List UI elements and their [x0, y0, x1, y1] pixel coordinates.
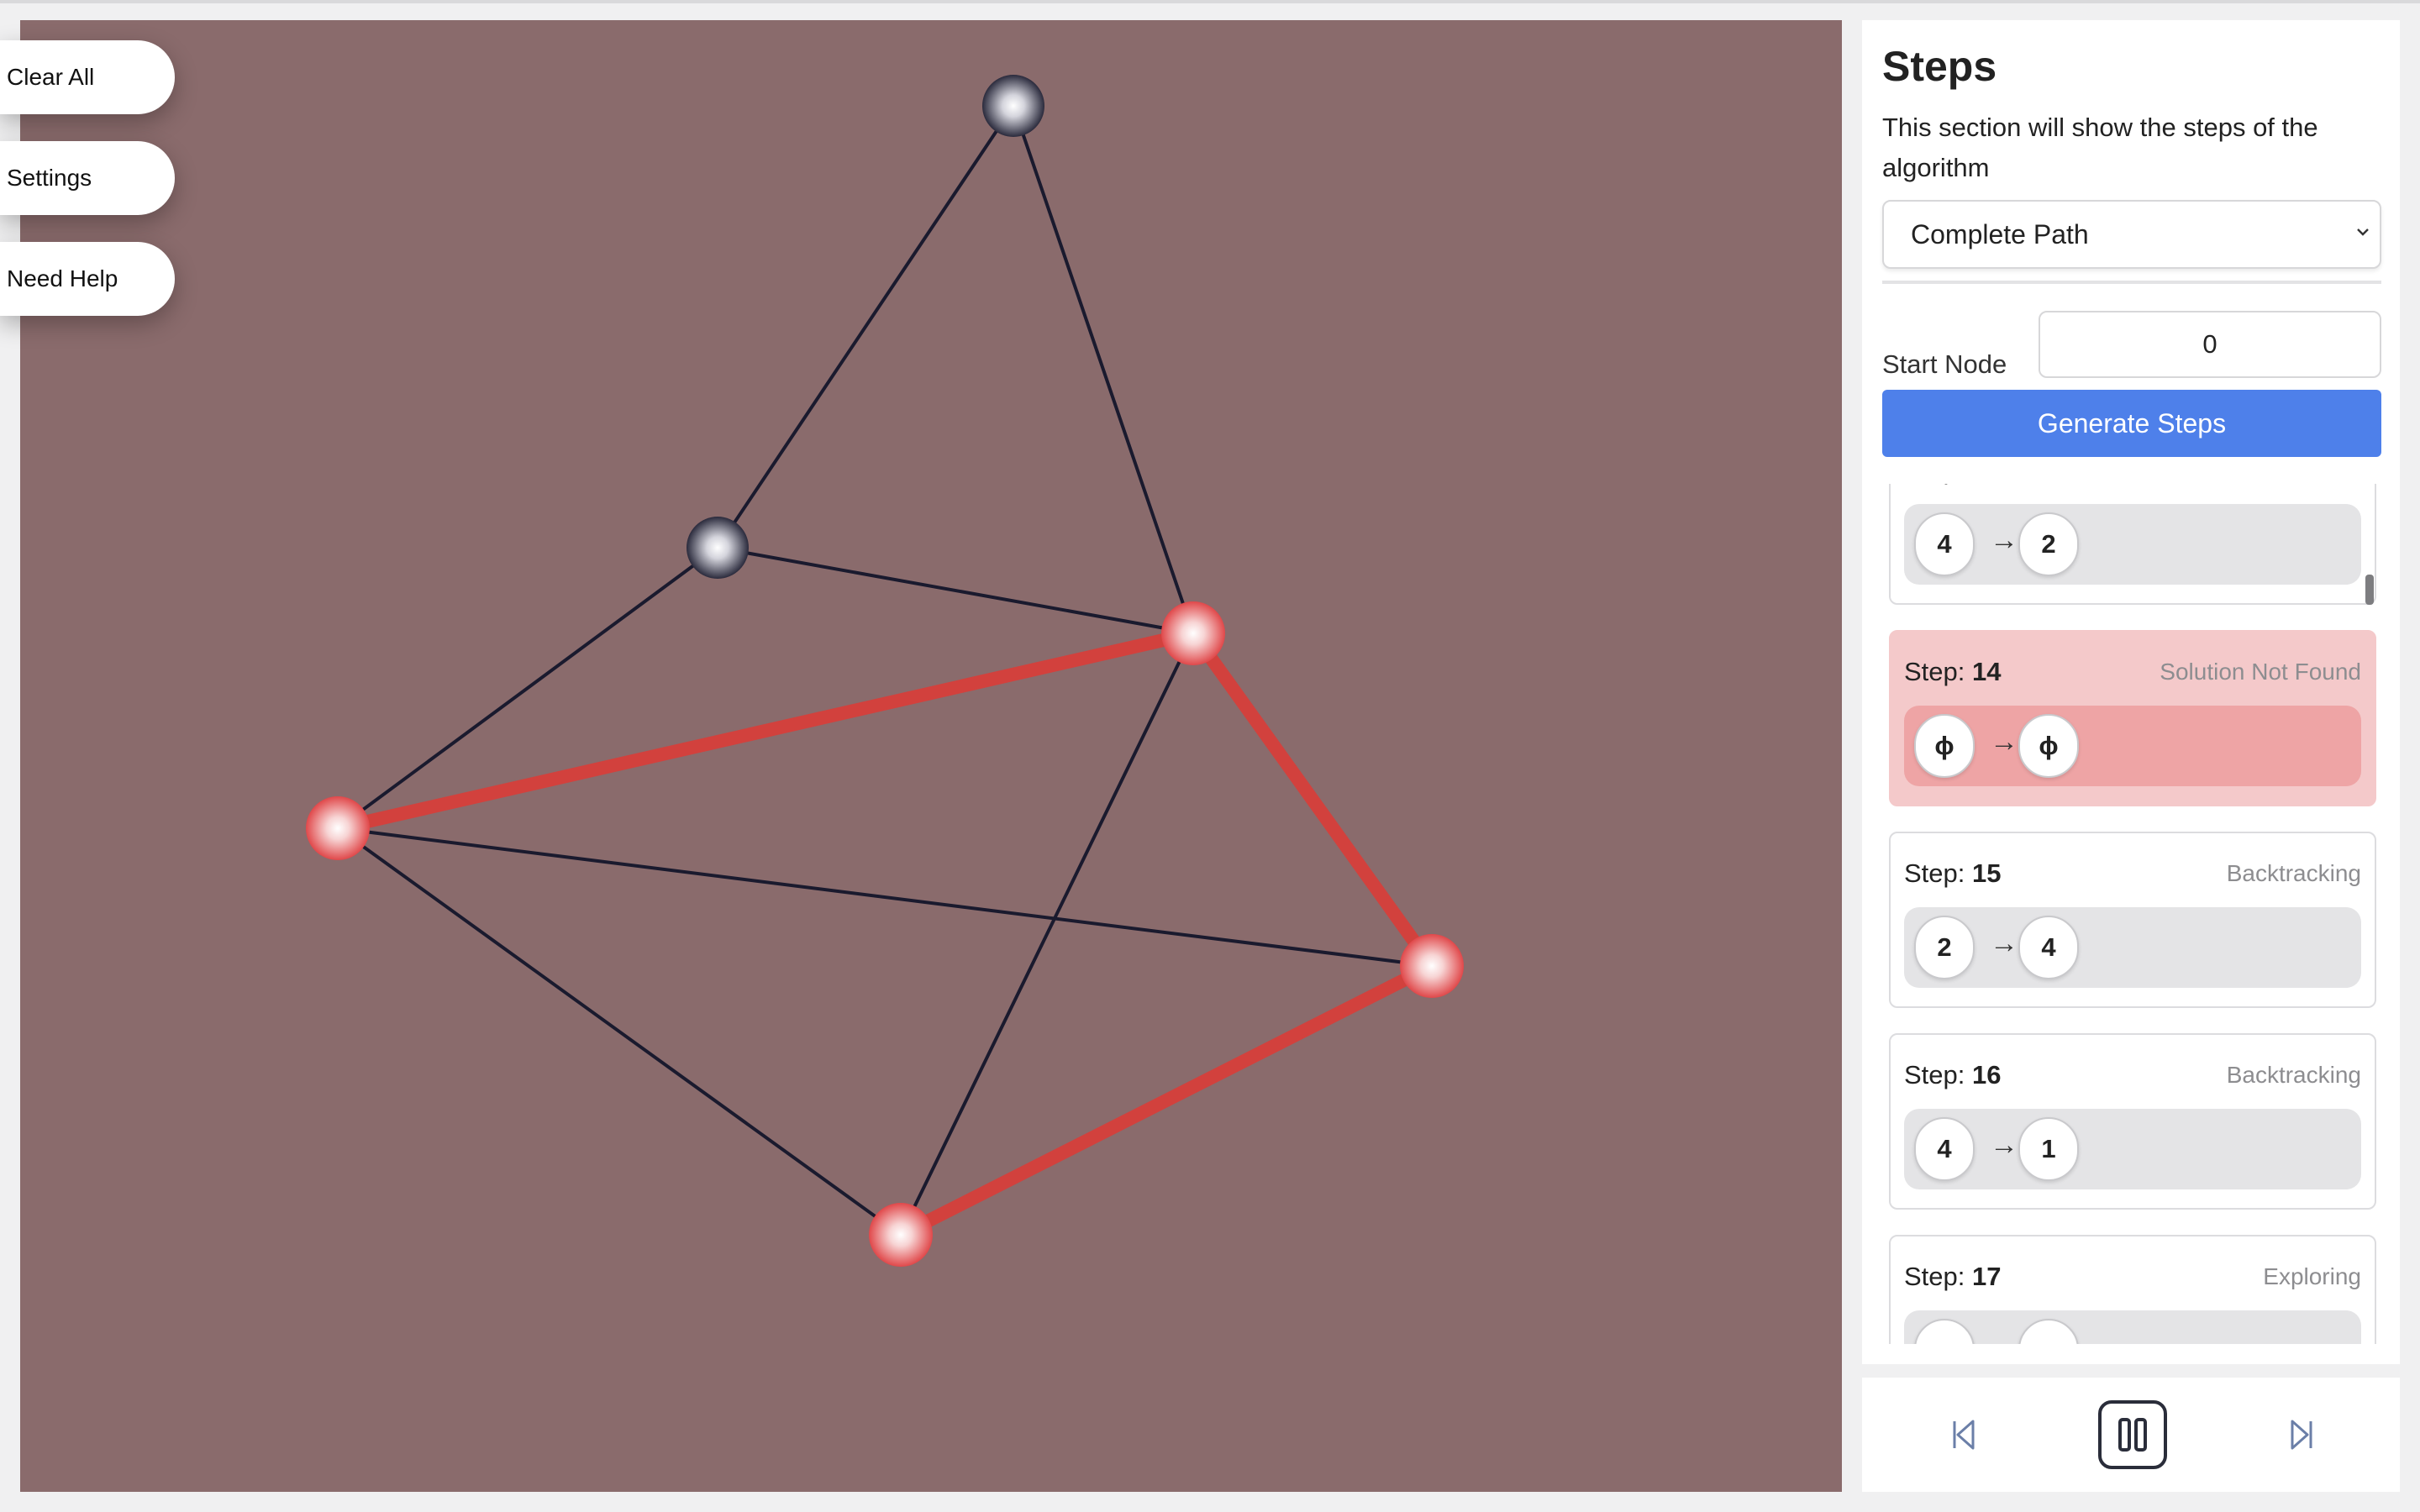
step-number: 13 [1972, 484, 2001, 485]
step-transition: 2 → 4 [1904, 907, 2361, 988]
step-transition [1904, 1310, 2361, 1344]
graph-node-center-right[interactable] [1161, 601, 1225, 665]
sidebar-title: Steps [1882, 43, 1997, 90]
step-label: Step: [1904, 1060, 1972, 1089]
need-help-button[interactable]: Need Help [0, 242, 175, 316]
steps-sidebar: Steps This section will show the steps o… [1862, 20, 2400, 1364]
graph-node-right[interactable] [1400, 934, 1464, 998]
to-node-chip: 2 [2018, 512, 2079, 576]
graph-node-mid-left[interactable] [687, 517, 749, 579]
step-status: Exploring [2263, 1263, 2361, 1289]
step-card[interactable]: Step: 17 Exploring [1889, 1235, 2376, 1344]
edges-layer [331, 104, 1439, 1242]
algorithm-select[interactable]: Complete Path [1882, 200, 2381, 269]
start-node-label: Start Node [1882, 349, 2007, 379]
to-node-chip: 1 [2018, 1117, 2079, 1181]
arrow-right-icon: → [1990, 1129, 2018, 1161]
graph-edge[interactable] [716, 546, 1195, 635]
from-node-chip: ϕ [1914, 714, 1975, 778]
pause-icon[interactable] [2097, 1399, 2168, 1470]
nodes-layer [306, 75, 1464, 1267]
to-node-chip [2018, 1319, 2079, 1344]
graph-node-top[interactable] [982, 75, 1044, 137]
step-transition: 4 → 2 [1904, 504, 2361, 585]
step-card[interactable]: Step: 14 Solution Not Found ϕ → ϕ [1889, 630, 2376, 806]
arrow-right-icon: → [1990, 927, 2018, 959]
step-number: 15 [1972, 858, 2002, 888]
graph-edge[interactable] [1012, 104, 1195, 635]
step-status: Backtracking [2226, 1062, 2361, 1088]
arrow-right-icon: → [1990, 524, 2018, 556]
algorithm-select-value: Complete Path [1911, 218, 2089, 249]
step-title: Step: 15 [1904, 858, 2001, 889]
graph-edge[interactable] [899, 632, 1195, 1236]
graph-canvas[interactable] [20, 20, 1842, 1492]
step-transition: 4 → 1 [1904, 1109, 2361, 1189]
path-edge[interactable] [894, 959, 1439, 1242]
chevron-down-icon [2357, 228, 2369, 236]
step-card[interactable]: Step: 13Exploring4→2 [1889, 484, 2376, 605]
step-number: 16 [1972, 1060, 2002, 1089]
playback-controls [1862, 1378, 2400, 1492]
step-number: 14 [1972, 657, 2002, 686]
step-title: Step: 17 [1904, 1262, 2001, 1292]
top-border [0, 0, 2420, 3]
steps-list[interactable]: Step: 13Exploring4→2Step: 14Solution Not… [1882, 484, 2381, 1344]
clear-all-button[interactable]: Clear All [0, 40, 175, 114]
from-node-chip: 2 [1914, 916, 1975, 979]
steps-scrollbar[interactable] [2365, 575, 2374, 605]
generate-steps-button[interactable]: Generate Steps [1882, 390, 2381, 457]
from-node-chip: 4 [1914, 512, 1975, 576]
path-edge[interactable] [331, 627, 1200, 835]
to-node-chip: 4 [2018, 916, 2079, 979]
step-label: Step: [1904, 858, 1972, 888]
from-node-chip [1914, 1319, 1975, 1344]
sidebar-description: This section will show the steps of the … [1882, 113, 2318, 182]
step-title: Step: 13 [1904, 484, 2001, 486]
settings-button[interactable]: Settings [0, 141, 175, 215]
step-label: Step: [1904, 657, 1972, 686]
step-label: Step: [1904, 1262, 1972, 1291]
start-node-input[interactable] [2039, 311, 2381, 378]
graph-edge[interactable] [716, 104, 1015, 549]
divider [1882, 281, 2381, 284]
from-node-chip: 4 [1914, 1117, 1975, 1181]
step-status: Backtracking [2226, 860, 2361, 886]
path-edge[interactable] [1186, 627, 1439, 973]
step-card[interactable]: Step: 16 Backtracking 4 → 1 [1889, 1033, 2376, 1210]
graph-node-left[interactable] [306, 796, 370, 860]
step-status: Solution Not Found [2160, 659, 2361, 685]
graph-node-bottom[interactable] [869, 1203, 933, 1267]
step-transition: ϕ → ϕ [1904, 706, 2361, 786]
step-forward-icon[interactable] [2277, 1410, 2328, 1460]
to-node-chip: ϕ [2018, 714, 2079, 778]
graph-svg[interactable] [20, 20, 1842, 1492]
step-title: Step: 16 [1904, 1060, 2001, 1090]
app-root: Clear All Settings Need Help Steps This … [0, 0, 2420, 1512]
step-back-icon[interactable] [1938, 1410, 1988, 1460]
step-number: 17 [1972, 1262, 2002, 1291]
step-label: Step: [1904, 484, 1972, 485]
step-card[interactable]: Step: 15 Backtracking 2 → 4 [1889, 832, 2376, 1008]
step-title: Step: 14 [1904, 657, 2001, 687]
arrow-right-icon: → [1990, 726, 2018, 758]
